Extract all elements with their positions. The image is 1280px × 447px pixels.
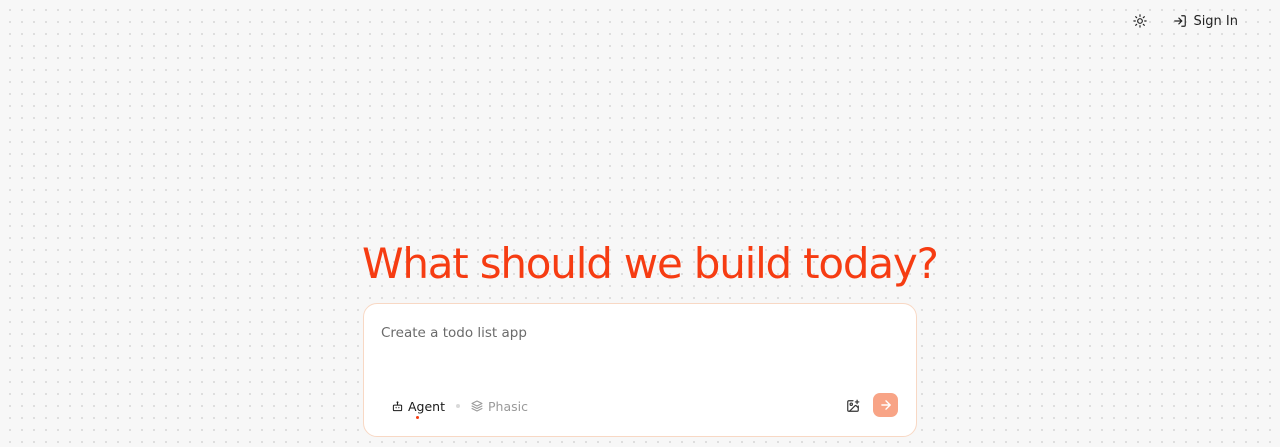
- mode-phasic-label: Phasic: [488, 398, 528, 414]
- attach-image-button[interactable]: [842, 395, 864, 417]
- sun-icon: [1133, 14, 1148, 28]
- send-button[interactable]: [873, 393, 898, 417]
- sign-in-label: Sign In: [1193, 13, 1238, 29]
- prompt-input[interactable]: [381, 322, 881, 344]
- top-bar: Sign In: [1129, 10, 1246, 32]
- active-mode-indicator: [416, 415, 419, 419]
- layers-icon: [471, 400, 483, 412]
- arrow-right-icon: [880, 400, 891, 410]
- sign-in-icon: [1174, 15, 1187, 27]
- mode-agent[interactable]: Agent: [392, 398, 445, 419]
- sign-in-button[interactable]: Sign In: [1165, 10, 1246, 32]
- robot-icon: [392, 400, 403, 411]
- theme-toggle-button[interactable]: [1129, 10, 1151, 32]
- mode-phasic[interactable]: Phasic: [471, 399, 528, 414]
- page-heading: What should we build today?: [362, 239, 939, 288]
- image-add-icon: [847, 399, 860, 412]
- prompt-card: Agent Phasic: [363, 303, 917, 437]
- mode-separator: [456, 404, 460, 408]
- mode-agent-label: Agent: [408, 398, 445, 414]
- mode-selector: Agent Phasic: [392, 397, 528, 419]
